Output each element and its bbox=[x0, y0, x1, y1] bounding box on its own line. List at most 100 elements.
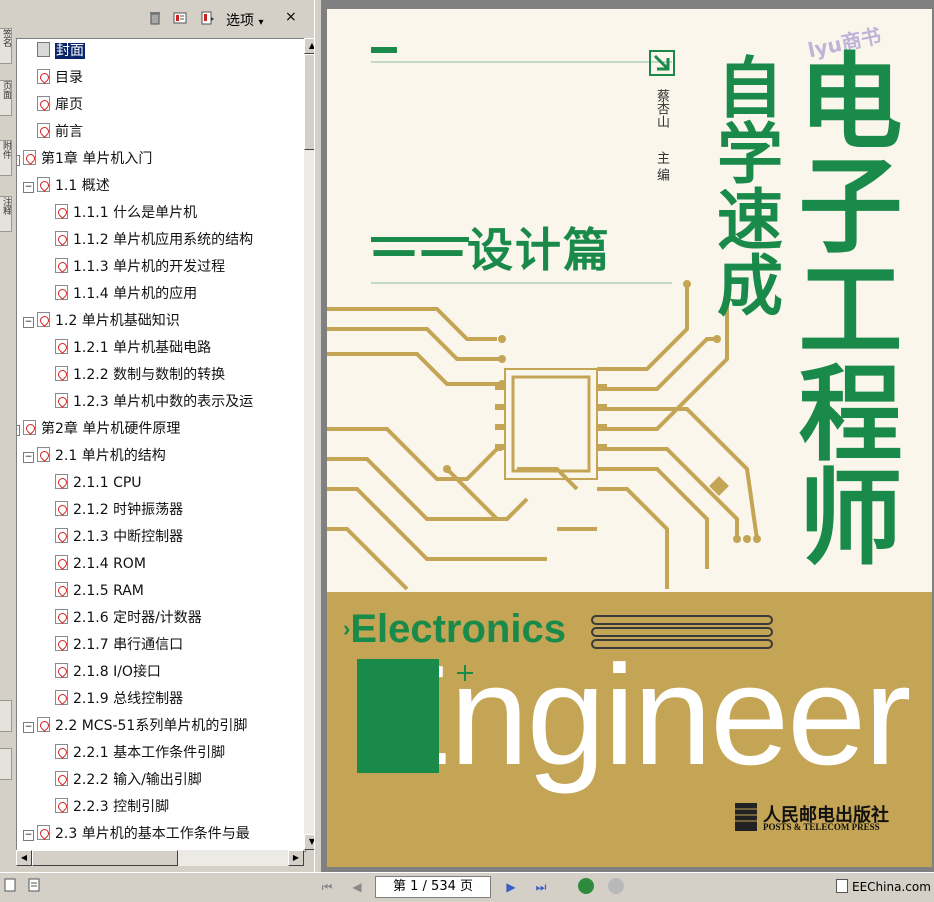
bookmark-item[interactable]: 2.1.2 时钟振荡器 bbox=[55, 498, 183, 522]
collapse-toggle-icon[interactable]: − bbox=[23, 452, 34, 463]
bookmarks-horizontal-scrollbar[interactable]: ◀ ▶ bbox=[16, 850, 304, 866]
bookmark-item[interactable]: − 1.2 单片机基础知识 bbox=[23, 309, 180, 333]
bookmark-label: 2.2.3 控制引脚 bbox=[73, 799, 170, 815]
page-layout-icon[interactable] bbox=[4, 878, 16, 892]
cover-main-title: 电子工程师 bbox=[780, 47, 902, 567]
bookmark-label: 2.1.2 时钟振荡器 bbox=[73, 502, 184, 518]
scroll-left-button[interactable]: ◀ bbox=[16, 850, 32, 866]
close-panel-button[interactable]: × bbox=[285, 9, 297, 25]
publisher-logo-icon bbox=[735, 803, 757, 831]
bookmark-label: 2.2 MCS-51系列单片机的引脚 bbox=[55, 718, 248, 734]
bookmark-item[interactable]: 2.1.9 总线控制器 bbox=[55, 687, 183, 711]
bookmark-item[interactable]: − 第1章 单片机入门 bbox=[17, 147, 152, 171]
bookmark-item[interactable]: 封面 bbox=[37, 39, 86, 63]
bookmark-item[interactable]: 1.2.3 单片机中数的表示及运 bbox=[55, 390, 253, 414]
panel-splitter[interactable] bbox=[314, 0, 322, 872]
bookmark-item[interactable]: 1.1.2 单片机应用系统的结构 bbox=[55, 228, 253, 252]
previous-page-button[interactable]: ◀ bbox=[348, 879, 366, 895]
document-view[interactable]: lyu商书 蔡杏山 主编 ——设计篇 自学速成 电子工程师 ›Electroni… bbox=[322, 0, 934, 872]
english-title-initial bbox=[357, 659, 439, 773]
collapse-toggle-icon[interactable]: − bbox=[17, 155, 20, 166]
delete-bookmark-icon[interactable] bbox=[148, 11, 162, 25]
collapse-toggle-icon[interactable]: − bbox=[23, 182, 34, 193]
bookmark-item[interactable]: 1.1.3 单片机的开发过程 bbox=[55, 255, 225, 279]
bookmark-page-icon bbox=[55, 393, 68, 408]
expand-bookmark-icon[interactable] bbox=[173, 11, 187, 25]
bookmark-item[interactable]: − 2.3 单片机的基本工作条件与最 bbox=[23, 822, 250, 846]
attachments-tab[interactable]: 附件 bbox=[0, 140, 12, 176]
bookmark-label: 1.1.3 单片机的开发过程 bbox=[73, 259, 226, 275]
bookmark-label: 1.1.4 单片机的应用 bbox=[73, 286, 198, 302]
green-dash bbox=[371, 47, 397, 53]
bookmark-item[interactable]: 2.2.2 输入/输出引脚 bbox=[55, 768, 202, 792]
last-page-button[interactable]: ⏭ bbox=[532, 879, 550, 895]
bookmark-page-icon bbox=[37, 825, 50, 840]
author-role: 主编 bbox=[654, 151, 669, 185]
collapse-toggle-icon[interactable]: − bbox=[23, 317, 34, 328]
site-watermark: EEChina.com bbox=[852, 880, 931, 894]
bookmark-label: 扉页 bbox=[55, 97, 83, 113]
bookmark-page-icon bbox=[55, 474, 68, 489]
collapse-toggle-icon[interactable]: − bbox=[17, 425, 20, 436]
options-menu-button[interactable]: 选项 ▾ bbox=[226, 10, 263, 30]
bookmark-page-icon bbox=[55, 501, 68, 516]
bookmark-item[interactable]: − 第2章 单片机硬件原理 bbox=[17, 417, 180, 441]
comments-tab[interactable]: 注释 bbox=[0, 196, 12, 232]
options-label: 选项 bbox=[226, 13, 254, 29]
bookmark-item[interactable]: 2.1.7 串行通信口 bbox=[55, 633, 183, 657]
bookmark-item[interactable]: − 2.1 单片机的结构 bbox=[23, 444, 166, 468]
bookmark-page-icon bbox=[55, 258, 68, 273]
bookmark-options-icon[interactable] bbox=[201, 11, 215, 25]
bookmark-label: 封面 bbox=[54, 42, 86, 60]
collapse-toggle-icon[interactable]: − bbox=[23, 722, 34, 733]
bookmark-label: 2.2.1 基本工作条件引脚 bbox=[73, 745, 226, 761]
pages-tab[interactable]: 页面 bbox=[0, 80, 12, 116]
bookmark-item[interactable]: 扉页 bbox=[37, 93, 83, 117]
bookmark-page-icon bbox=[37, 177, 50, 192]
bookmark-item[interactable]: − 1.1 概述 bbox=[23, 174, 110, 198]
bookmark-item[interactable]: 目录 bbox=[37, 66, 83, 90]
bookmark-item[interactable]: 2.1.6 定时器/计数器 bbox=[55, 606, 202, 630]
series-title: ——设计篇 bbox=[371, 223, 611, 277]
first-page-button[interactable]: ⏮ bbox=[318, 879, 336, 895]
bookmark-item[interactable]: 2.2.3 控制引脚 bbox=[55, 795, 169, 819]
bookmark-page-icon bbox=[23, 420, 36, 435]
bookmark-page-icon bbox=[37, 717, 50, 732]
bookmark-page-icon bbox=[55, 690, 68, 705]
horizontal-scroll-thumb[interactable] bbox=[32, 850, 178, 866]
bookmark-label: 前言 bbox=[55, 124, 83, 140]
bookmark-item[interactable]: 2.1.8 I/O接口 bbox=[55, 660, 161, 684]
publisher-name-en: POSTS & TELECOM PRESS bbox=[763, 822, 880, 832]
layers-tab[interactable] bbox=[0, 700, 12, 732]
collapse-toggle-icon[interactable]: − bbox=[23, 830, 34, 841]
single-page-view-icon[interactable] bbox=[836, 879, 848, 893]
scroll-right-button[interactable]: ▶ bbox=[288, 850, 304, 866]
bookmark-item[interactable]: 1.2.1 单片机基础电路 bbox=[55, 336, 211, 360]
bookmark-item[interactable]: 1.2.2 数制与数制的转换 bbox=[55, 363, 225, 387]
page-number-field[interactable]: 第 1 / 534 页 bbox=[375, 876, 491, 898]
page-thumbnail-icon[interactable] bbox=[28, 878, 40, 892]
go-back-icon[interactable] bbox=[578, 878, 594, 894]
bookmark-item[interactable]: 2.1.4 ROM bbox=[55, 552, 146, 576]
bookmark-item[interactable]: 2.1.3 中断控制器 bbox=[55, 525, 183, 549]
next-page-button[interactable]: ▶ bbox=[502, 879, 520, 895]
bookmark-page-icon bbox=[55, 366, 68, 381]
content-tab[interactable] bbox=[0, 748, 12, 780]
cover-subtitle: 自学速成 bbox=[706, 53, 783, 317]
bookmark-label: 1.2 单片机基础知识 bbox=[55, 313, 180, 329]
bookmark-item[interactable]: 2.1.5 RAM bbox=[55, 579, 144, 603]
author-name: 蔡杏山 bbox=[654, 89, 669, 128]
bookmark-item[interactable]: 1.1.1 什么是单片机 bbox=[55, 201, 197, 225]
signatures-tab[interactable]: 签名 bbox=[0, 28, 12, 64]
bookmark-label: 1.1.1 什么是单片机 bbox=[73, 205, 198, 221]
bookmark-item[interactable]: 2.1.1 CPU bbox=[55, 471, 142, 495]
bookmark-page-icon bbox=[55, 204, 68, 219]
bookmark-page-icon bbox=[37, 123, 50, 138]
bookmark-item[interactable]: 2.2.1 基本工作条件引脚 bbox=[55, 741, 225, 765]
go-forward-icon[interactable] bbox=[608, 878, 624, 894]
bookmark-label: 1.2.2 数制与数制的转换 bbox=[73, 367, 226, 383]
bookmark-item[interactable]: − 2.2 MCS-51系列单片机的引脚 bbox=[23, 714, 247, 738]
bookmark-item[interactable]: 1.1.4 单片机的应用 bbox=[55, 282, 197, 306]
bookmark-item[interactable]: 前言 bbox=[37, 120, 83, 144]
bookmark-label: 2.2.2 输入/输出引脚 bbox=[73, 772, 202, 788]
